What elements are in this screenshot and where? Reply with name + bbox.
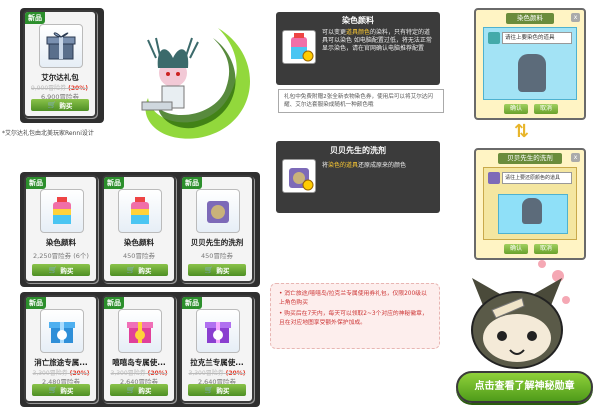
blue-gift-icon[interactable] (40, 309, 84, 353)
top-item-panel: 新品 艾尔达礼包 9,900冒险券 (20%) 6,900冒险券 🛒 购买 (20, 8, 104, 123)
item-name: 嘻嘻岛专属使... (112, 358, 166, 367)
remover-description-box: 贝贝先生的洗剂 将染色的道具还原成原来的颜色 (276, 141, 440, 213)
detergent-icon (282, 159, 316, 193)
cart-icon: 🛒 (48, 386, 58, 394)
dye-rainbow-icon[interactable] (40, 189, 84, 233)
cart-icon: 🛒 (47, 101, 57, 109)
window-title: 贝贝先生的洗剂 (498, 153, 562, 164)
item-price: 2,250冒险券 (6个) (33, 252, 89, 260)
remover-box-desc: 将染色的道具还原成原来的颜色 (322, 162, 407, 169)
buy-button[interactable]: 🛒 购买 (110, 384, 168, 396)
item-card: 新品 染色颜料 2,250冒险券 (6个) 🛒 购买 (24, 175, 98, 283)
new-badge: 新品 (104, 177, 124, 189)
item-grid-row1: 新品 染色颜料 2,250冒险券 (6个) 🛒 购买 新品 染色颜料 450冒险券… (20, 172, 260, 287)
item-card: 新品 贝贝先生的洗剂 450冒险券 🛒 购买 (180, 175, 254, 283)
remover-window: 贝贝先生的洗剂 x 请往上要还原颜色的道具 确认 取消 (474, 148, 586, 260)
item-card: 新品 消亡旅途专属... 3,300冒险券 (20%) 2,480冒险券 🛒 购买 (24, 295, 98, 403)
item-card: 新品 嘻嘻岛专属使... 3,300冒险券 (20%) 2,640冒险券 🛒 购买 (102, 295, 176, 403)
bottle-icon (518, 54, 546, 92)
dye-bottle-icon[interactable] (118, 189, 162, 233)
bottle-icon (522, 198, 542, 224)
dye-bottle-icon (282, 30, 316, 64)
buy-button[interactable]: 🛒 购买 (31, 99, 89, 111)
item-card: 新品 拉克兰专属使... 3,300冒险券 (20%) 2,640冒险券 🛒 购买 (180, 295, 254, 403)
cart-icon: 🛒 (126, 266, 136, 274)
pink-gift-icon[interactable] (118, 309, 162, 353)
dye-box-title: 染色颜料 (342, 16, 374, 25)
item-name: 染色颜料 (124, 238, 154, 247)
package-info-text: 礼包中免费附赠2张全新衣物染色券，使用后可以将艾尔达闪耀、艾尔达套服染成随机一种… (278, 89, 444, 113)
close-icon[interactable]: x (571, 13, 580, 22)
swap-arrows-icon: ⇅ (514, 121, 530, 142)
dye-description-box: 染色颜料 可以变更道具颜色的染料，只有特定的道具可以染色 如电脑配置过低，将无法… (276, 12, 440, 85)
item-name: 拉克兰专属使... (190, 358, 244, 367)
ok-button[interactable]: 确认 (504, 104, 528, 114)
cart-icon: 🛒 (204, 386, 214, 394)
item-name: 染色颜料 (46, 238, 76, 247)
detergent-small-icon (488, 172, 500, 184)
window-title: 染色颜料 (506, 13, 554, 24)
cancel-button[interactable]: 取消 (534, 104, 558, 114)
remover-box-title: 贝贝先生的洗剂 (330, 146, 386, 155)
item-card: 新品 染色颜料 450冒险券 🛒 购买 (102, 175, 176, 283)
item-price: 450冒险券 (123, 252, 155, 260)
item-name: 贝贝先生的洗剂 (190, 238, 244, 247)
gift-box-icon[interactable] (39, 24, 83, 68)
cart-icon: 🛒 (204, 266, 214, 274)
new-badge: 新品 (26, 297, 46, 309)
ok-button[interactable]: 确认 (504, 244, 528, 254)
window-content: 请往上要还原颜色的道具 (483, 167, 577, 240)
new-badge: 新品 (104, 297, 124, 309)
new-badge: 新品 (182, 297, 202, 309)
buy-button[interactable]: 🛒 购买 (188, 384, 246, 396)
notice-line1: • 消亡旅途/嘻嘻岛/拉克兰专属使用券礼包，仅限200级以上角色购买 (279, 291, 427, 306)
view-mystery-medal-button[interactable]: 点击查看了解神秘勋章 (456, 371, 593, 403)
buy-button[interactable]: 🛒 购买 (32, 264, 90, 276)
character-illustration (118, 18, 268, 148)
item-card-elda-package: 新品 艾尔达礼包 9,900冒险券 (20%) 6,900冒险券 🛒 购买 (23, 10, 97, 118)
notice-line2: • 购买后在7天内，每天可以领取2~3个对应的神秘徽章，且在对应地图享受额外保护… (279, 311, 428, 326)
new-badge: 新品 (182, 177, 202, 189)
dye-box-desc: 可以变更道具颜色的染料，只有特定的道具可以染色 如电脑配置过低，将无法正常显示染… (322, 29, 432, 52)
dye-small-icon (488, 32, 500, 44)
buy-button[interactable]: 🛒 购买 (110, 264, 168, 276)
item-price: 450冒险券 (201, 252, 233, 260)
notice-box: • 消亡旅途/嘻嘻岛/拉克兰专属使用券礼包，仅限200级以上角色购买 • 购买后… (270, 283, 440, 349)
mascot-illustration (462, 258, 572, 376)
designer-note: *艾尔达礼包由北美玩家Renni设计 (2, 130, 94, 137)
prompt-text: 请往上要染色的道具 (502, 32, 572, 44)
item-grid-row2: 新品 消亡旅途专属... 3,300冒险券 (20%) 2,480冒险券 🛒 购买… (20, 292, 260, 407)
new-badge: 新品 (26, 177, 46, 189)
new-badge: 新品 (25, 12, 45, 24)
cancel-button[interactable]: 取消 (534, 244, 558, 254)
purple-gift-icon[interactable] (196, 309, 240, 353)
window-content: 请往上要染色的道具 (483, 27, 577, 100)
cart-icon: 🛒 (48, 266, 58, 274)
prompt-text: 请往上要还原颜色的道具 (502, 172, 572, 184)
buy-button[interactable]: 🛒 购买 (188, 264, 246, 276)
detergent-icon[interactable] (196, 189, 240, 233)
item-name: 艾尔达礼包 (41, 73, 79, 82)
dye-window: 染色颜料 x 请往上要染色的道具 确认 取消 (474, 8, 586, 120)
buy-button[interactable]: 🛒 购买 (32, 384, 90, 396)
close-icon[interactable]: x (571, 153, 580, 162)
item-name: 消亡旅途专属... (34, 358, 88, 367)
cart-icon: 🛒 (126, 386, 136, 394)
